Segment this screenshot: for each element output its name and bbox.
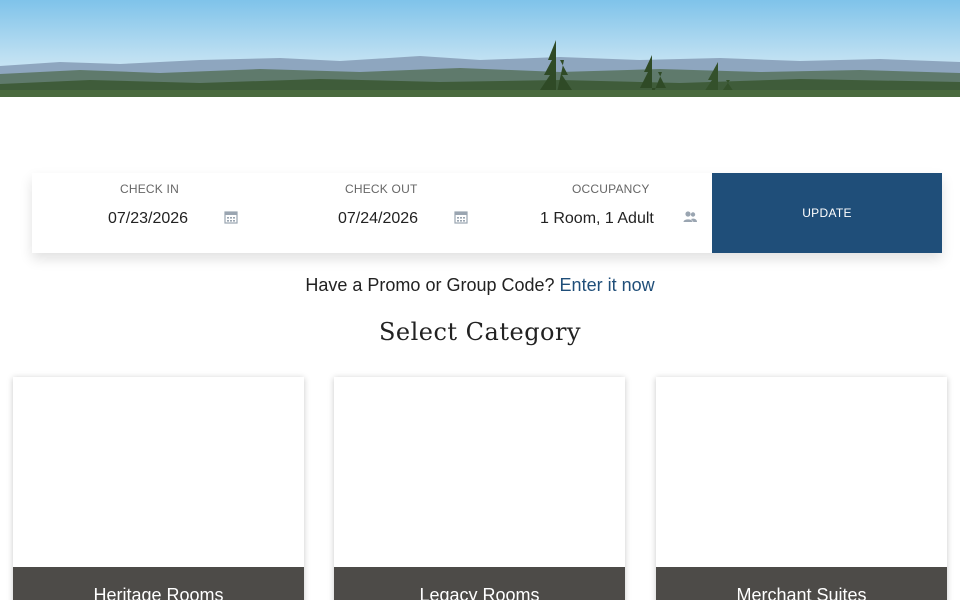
card-title[interactable]: Legacy Rooms bbox=[334, 567, 625, 600]
update-button[interactable]: UPDATE bbox=[712, 173, 942, 253]
card-title[interactable]: Heritage Rooms bbox=[13, 567, 304, 600]
users-icon[interactable] bbox=[682, 209, 698, 225]
check-in-label: CHECK IN bbox=[120, 182, 179, 196]
promo-text: Have a Promo or Group Code? bbox=[305, 275, 555, 295]
check-in-field[interactable]: CHECK IN 07/23/2026 bbox=[32, 173, 262, 253]
category-card[interactable]: Heritage Rooms bbox=[13, 377, 304, 600]
card-image[interactable] bbox=[13, 377, 304, 567]
card-title[interactable]: Merchant Suites bbox=[656, 567, 947, 600]
check-out-label: CHECK OUT bbox=[345, 182, 418, 196]
booking-bar: CHECK IN 07/23/2026 CHECK OUT 07/24/2026… bbox=[32, 173, 942, 253]
card-image[interactable] bbox=[334, 377, 625, 567]
calendar-icon[interactable] bbox=[453, 209, 469, 225]
occupancy-field[interactable]: OCCUPANCY 1 Room, 1 Adult bbox=[492, 173, 712, 253]
check-out-value[interactable]: 07/24/2026 bbox=[338, 210, 418, 228]
promo-line: Have a Promo or Group Code? Enter it now bbox=[0, 275, 960, 296]
hero-banner-image bbox=[0, 0, 960, 97]
page-title: Select Category bbox=[378, 318, 582, 346]
card-image[interactable] bbox=[656, 377, 947, 567]
check-out-field[interactable]: CHECK OUT 07/24/2026 bbox=[262, 173, 492, 253]
promo-link[interactable]: Enter it now bbox=[560, 275, 655, 295]
category-card[interactable]: Merchant Suites bbox=[656, 377, 947, 600]
occupancy-label: OCCUPANCY bbox=[572, 182, 650, 196]
check-in-value[interactable]: 07/23/2026 bbox=[108, 210, 188, 228]
category-card[interactable]: Legacy Rooms bbox=[334, 377, 625, 600]
calendar-icon[interactable] bbox=[223, 209, 239, 225]
occupancy-value[interactable]: 1 Room, 1 Adult bbox=[540, 210, 654, 228]
